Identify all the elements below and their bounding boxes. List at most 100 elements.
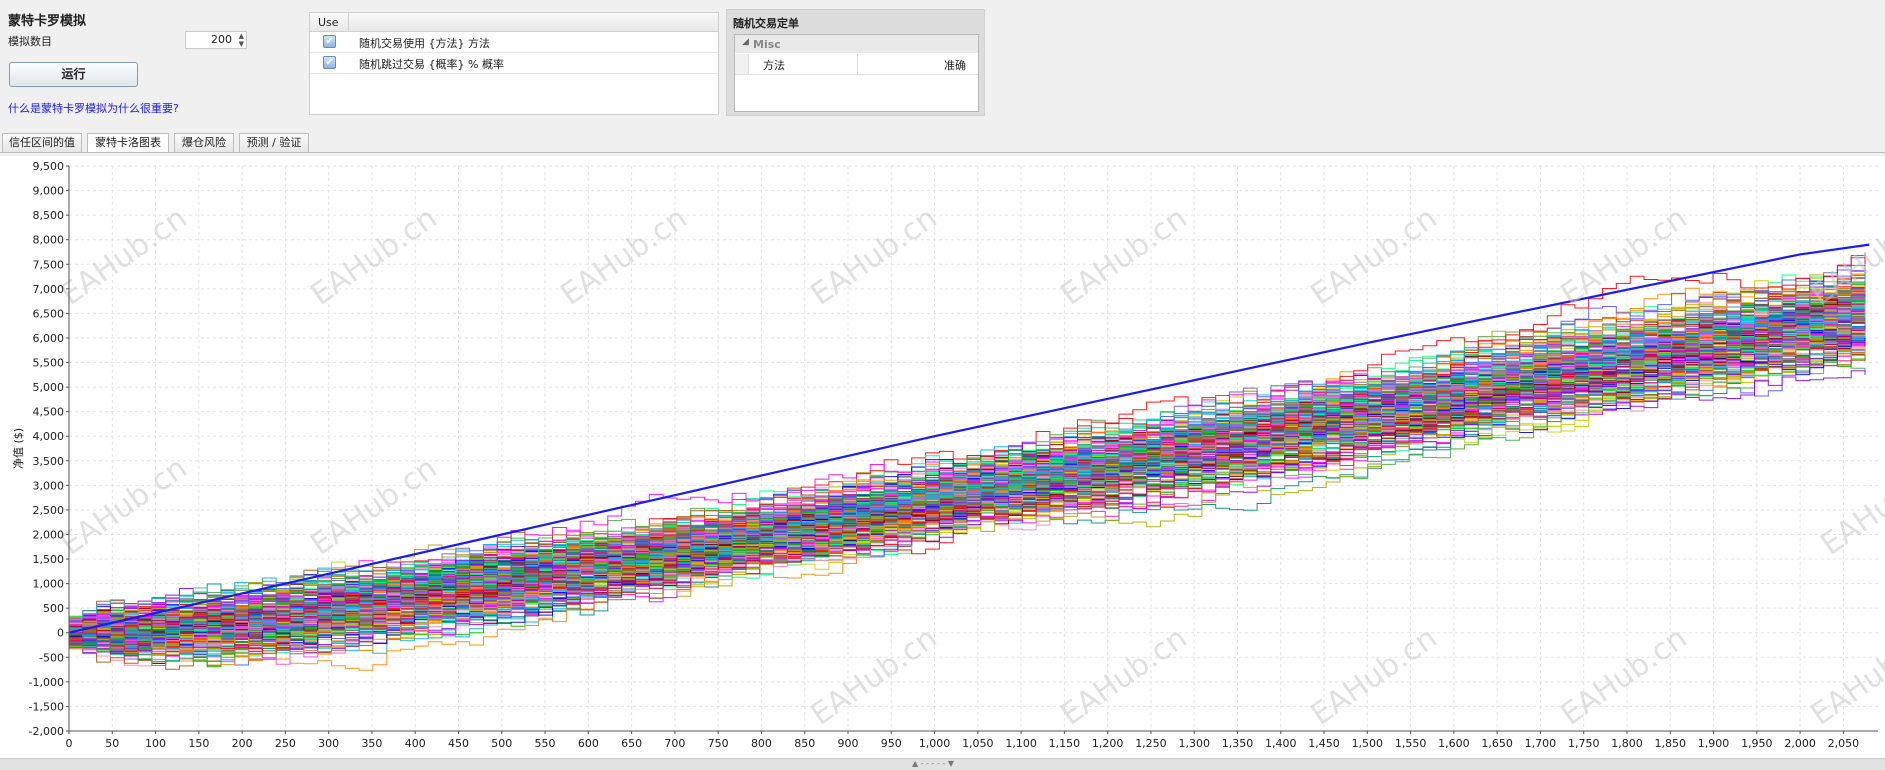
collapse-arrow-icon[interactable]: ◢ [742,37,749,47]
x-tick-label: 2,000 [1784,737,1816,750]
x-tick-label: 1,800 [1611,737,1643,750]
simulation-count-stepper[interactable]: 200 ▲ ▼ [185,31,247,49]
y-tick-label: 9,500 [33,160,65,173]
x-tick-label: 300 [318,737,339,750]
property-key: 方法 [763,59,785,72]
tab-divider [0,152,1885,153]
x-tick-label: 250 [275,737,296,750]
x-tick-label: 400 [405,737,426,750]
property-row-method[interactable]: 方法 准确 [735,54,978,75]
x-tick-label: 50 [105,737,119,750]
x-tick-label: 1,750 [1568,737,1600,750]
use-table-header: Use [310,13,718,32]
use-row[interactable]: ✔ 随机跳过交易 {概率} % 概率 [310,53,718,74]
random-trading-title: 随机交易定单 [733,17,799,30]
x-tick-label: 1,500 [1352,737,1384,750]
y-tick-label: -1,000 [29,676,64,689]
x-tick-label: 650 [621,737,642,750]
x-tick-label: 1,850 [1655,737,1687,750]
use-row-label: 随机交易使用 {方法} 方法 [359,37,490,50]
y-tick-label: 1,000 [33,578,65,591]
y-tick-label: -500 [39,651,64,664]
x-tick-label: 1,650 [1481,737,1513,750]
run-button[interactable]: 运行 [9,62,138,87]
x-tick-label: 2,050 [1828,737,1860,750]
splitter-grip-icon[interactable]: ▲ - - - - - ▼ [912,759,954,768]
x-tick-label: 850 [794,737,815,750]
y-tick-label: 5,500 [33,357,65,370]
simulation-count-value: 200 [211,33,232,46]
y-tick-label: 8,000 [33,234,65,247]
x-tick-label: 1,300 [1178,737,1210,750]
x-tick-label: 350 [361,737,382,750]
x-tick-label: 0 [66,737,73,750]
x-tick-label: 1,900 [1698,737,1730,750]
y-tick-label: 6,500 [33,307,65,320]
use-checkbox[interactable]: ✔ [323,56,336,69]
x-tick-label: 950 [881,737,902,750]
x-tick-label: 1,100 [1005,737,1037,750]
y-tick-label: 5,000 [33,381,65,394]
x-tick-label: 1,700 [1525,737,1557,750]
use-row-label: 随机跳过交易 {概率} % 概率 [359,58,504,71]
x-tick-label: 450 [448,737,469,750]
y-tick-label: 500 [43,602,64,615]
y-tick-label: -1,500 [29,700,64,713]
x-tick-label: 900 [837,737,858,750]
y-tick-label: 2,000 [33,528,65,541]
x-tick-label: 1,350 [1222,737,1254,750]
property-value[interactable]: 准确 [944,57,966,73]
x-tick-label: 500 [491,737,512,750]
tab-risk-of-ruin[interactable]: 爆仓风险 [174,133,234,152]
x-tick-label: 800 [751,737,772,750]
x-tick-label: 1,400 [1265,737,1297,750]
y-tick-label: 4,500 [33,406,65,419]
panel-title: 蒙特卡罗模拟 [8,14,87,29]
y-tick-label: 1,500 [33,553,65,566]
x-tick-label: 1,600 [1438,737,1470,750]
monte-carlo-chart[interactable]: EAHub.cn EAHub.cn EAHub.cn EAHub.cn EAHub.cn… [0,156,1885,758]
spinner-arrows-icon[interactable]: ▲ ▼ [239,32,244,48]
use-row[interactable]: ✔ 随机交易使用 {方法} 方法 [310,32,718,53]
x-tick-label: 200 [232,737,253,750]
x-tick-label: 600 [578,737,599,750]
random-trading-panel: 随机交易定单 ◢ Misc 方法 准确 [726,9,985,116]
x-tick-label: 1,150 [1049,737,1081,750]
use-checkbox[interactable]: ✔ [323,35,336,48]
y-tick-label: 3,000 [33,479,65,492]
misc-group-header[interactable]: ◢ Misc [735,35,978,53]
x-tick-label: 150 [188,737,209,750]
misc-group-label: Misc [753,38,781,51]
column-divider[interactable] [348,13,349,31]
x-tick-label: 550 [535,737,556,750]
x-tick-label: 100 [145,737,166,750]
y-tick-label: 3,500 [33,455,65,468]
x-tick-label: 1,250 [1135,737,1167,750]
chart-background [0,156,1885,758]
simulation-count-label: 模拟数目 [8,35,52,48]
bottom-splitter[interactable]: ▲ - - - - - ▼ [0,758,1885,770]
x-tick-label: 1,450 [1308,737,1340,750]
y-tick-label: 9,000 [33,185,65,198]
tab-forecast-validation[interactable]: 预测 / 验证 [239,133,309,152]
x-tick-label: 700 [664,737,685,750]
y-tick-label: -2,000 [29,725,64,738]
help-link[interactable]: 什么是蒙特卡罗模拟为什么很重要? [8,100,179,116]
x-tick-label: 1,200 [1092,737,1124,750]
use-column-header[interactable]: Use [318,16,339,29]
y-tick-label: 6,000 [33,332,65,345]
use-table: Use ✔ 随机交易使用 {方法} 方法 ✔ 随机跳过交易 {概率} % 概率 [309,12,719,115]
y-axis-title: 净值 ($) [11,428,25,469]
y-tick-label: 7,000 [33,283,65,296]
x-tick-label: 1,550 [1395,737,1427,750]
x-tick-label: 1,000 [919,737,951,750]
tab-confidence-values[interactable]: 信任区间的值 [2,133,82,152]
tab-monte-carlo-chart[interactable]: 蒙特卡洛图表 [87,133,169,153]
property-grid: ◢ Misc 方法 准确 [734,34,979,112]
y-tick-label: 2,500 [33,504,65,517]
y-tick-label: 0 [57,627,64,640]
y-tick-label: 4,000 [33,430,65,443]
y-tick-label: 8,500 [33,209,65,222]
x-tick-label: 1,950 [1741,737,1773,750]
x-tick-label: 750 [708,737,729,750]
